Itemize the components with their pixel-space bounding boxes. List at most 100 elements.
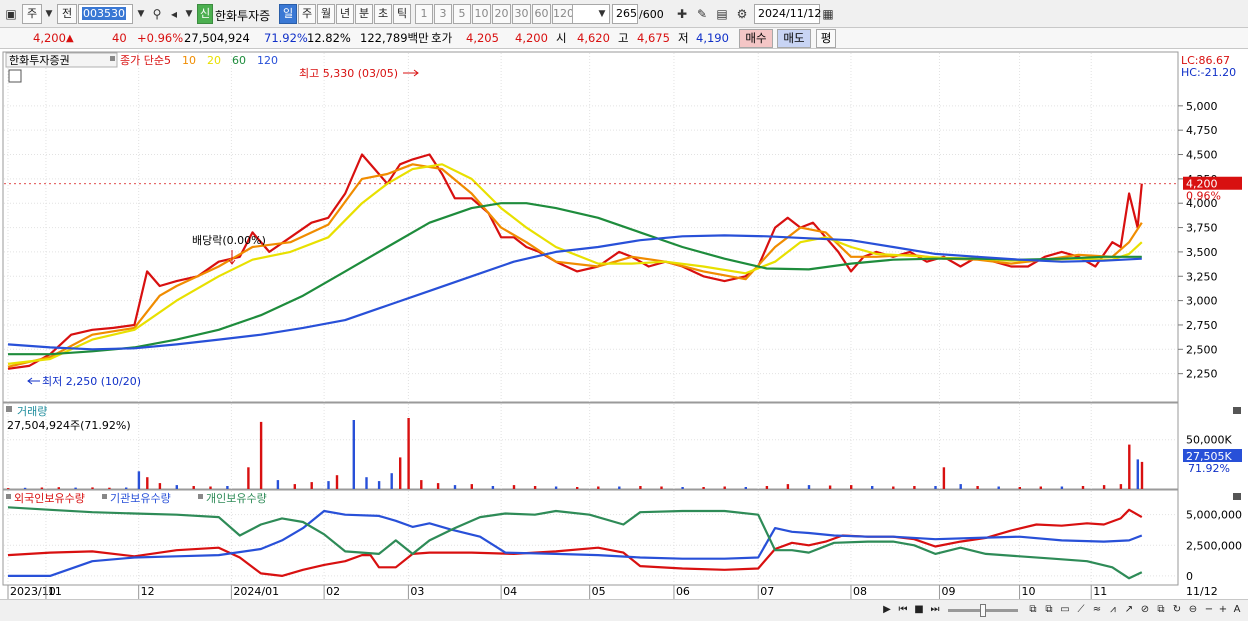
period-tab[interactable]: 일 [279,4,297,24]
interval-button[interactable]: 60 [532,4,551,24]
zoom-slider-thumb[interactable] [980,604,986,617]
volume-bar [470,484,473,489]
stop-icon[interactable]: ■ [912,603,926,617]
volume-bar [576,487,579,489]
date-input[interactable]: 2024/11/12 [754,4,822,24]
volume-bar [327,481,330,489]
chart-scrollbar[interactable]: ▶ ⏮ ■ ⏭ ⧉ ⧉ ▭ ⟋ ≈ ⩘ ↗ ⊘ ⧉ ↻ ⊖ − + A [0,599,1248,621]
interval-button[interactable]: 5 [453,4,471,24]
volume-bar [850,485,853,489]
refresh-icon[interactable]: ↻ [1170,603,1184,617]
period-tab[interactable]: 틱 [393,4,411,24]
volume-bar [1081,486,1085,489]
zigzag-tool-icon[interactable]: ⩘ [1106,603,1120,617]
period-tab[interactable]: 분 [355,4,373,24]
screenshot-icon[interactable]: ⧉ [1154,603,1168,617]
x-tick-label: 04 [503,585,517,598]
volume-bar [352,420,355,489]
volume-bar [453,485,457,489]
interval-dropdown-icon[interactable]: ▼ [594,6,610,22]
zoom-out-icon[interactable]: ⊖ [1186,603,1200,617]
interval-button[interactable]: 30 [512,4,531,24]
interval-button[interactable]: 1 [415,4,433,24]
holders-legend-marker [198,494,203,499]
market-select[interactable]: 주 [22,4,42,24]
volume-panel-value: 27,504,924주(71.92%) [7,419,131,432]
table-icon[interactable] [8,69,22,83]
window-icon[interactable]: ▭ [1058,603,1072,617]
turnover: 12.82% [307,31,351,45]
sell-button[interactable]: 매도 [777,29,811,48]
volume-bar [108,487,111,489]
period-tab-label: 년 [339,7,351,20]
speaker-dropdown-icon[interactable]: ▼ [181,6,197,22]
speaker-icon[interactable]: ◂ [166,6,182,22]
volume-bar [247,467,250,489]
font-size-icon[interactable]: A [1230,603,1244,617]
scroll-right-icon[interactable]: ▶ [880,603,894,617]
x-tick-label: 09 [941,585,955,598]
holders-tick-label: 2,500,000 [1186,539,1242,552]
period-tab[interactable]: 년 [336,4,354,24]
interval-button[interactable]: 3 [434,4,452,24]
holders-legend-marker [6,494,11,499]
volume-bar [512,485,516,489]
prev-button[interactable]: 전 [57,4,77,24]
interval-button-label: 20 [494,7,509,20]
price-tick-label: 3,250 [1186,270,1218,283]
trade-amount: 122,789백만 [360,31,429,45]
period-tab-label: 초 [377,7,389,20]
buy-button[interactable]: 매수 [739,29,773,48]
period-tab-label: 일 [282,7,294,20]
stock-code-input[interactable]: 003530 [78,4,133,24]
volume: 27,504,924 [184,31,250,45]
x-tick-label: 11 [48,585,62,598]
volume-bar [226,486,229,489]
volume-panel-frame [2,402,1179,490]
interval-button-label: 30 [514,7,529,20]
calendar-icon[interactable]: ▦ [820,6,836,22]
ma-legend-item: 5 [164,54,171,67]
trend-tool-icon[interactable]: ⟋ [1074,603,1088,617]
forward-icon[interactable]: ⏭ [928,603,942,617]
code-dropdown-icon[interactable]: ▼ [133,6,149,22]
stock-chart[interactable]: 2023/1011 12 2024/01 02 03 04 05 06 07 08 09 10 11 11… [0,50,1248,621]
drawing-tool-icon[interactable]: ✎ [694,6,710,22]
chevron-down-icon[interactable]: ▼ [41,6,57,22]
save-icon[interactable]: ▤ [714,6,730,22]
volume-bar [40,487,44,489]
wave-tool-icon[interactable]: ≈ [1090,603,1104,617]
volume-bar [420,480,423,489]
volume-bar [365,477,368,489]
volume-panel-close-icon[interactable] [1233,407,1241,414]
plus-icon[interactable]: + [1216,603,1230,617]
interval-button[interactable]: 120 [552,4,574,24]
copy-icon[interactable]: ⧉ [1042,603,1056,617]
link-icon[interactable]: ⊘ [1138,603,1152,617]
crosshair-icon[interactable]: ✚ [674,6,690,22]
average-button[interactable]: 평 [816,29,836,48]
holders-legend-item: 외국인보유수량 [14,492,85,505]
period-tab[interactable]: 주 [298,4,316,24]
count-input[interactable]: 265 [612,4,638,24]
period-tab[interactable]: 초 [374,4,392,24]
period-tab[interactable]: 월 [317,4,335,24]
volume-current-percent: 71.92% [1188,462,1230,475]
count-value: 265 [616,7,637,20]
interval-button[interactable]: 20 [492,4,511,24]
volume-bar [74,487,77,489]
interval-button[interactable]: 10 [472,4,491,24]
settings-icon[interactable]: ⚙ [734,6,750,22]
price-tick-label: 2,250 [1186,368,1218,381]
minus-icon[interactable]: − [1202,603,1216,617]
window-menu-icon[interactable]: ▣ [3,6,19,22]
holders-panel-close-icon[interactable] [1233,493,1241,500]
layout-icon[interactable]: ⧉ [1026,603,1040,617]
volume-bar [533,486,537,489]
volume-bar [976,486,979,489]
search-icon[interactable]: ⚲ [149,6,165,22]
rewind-icon[interactable]: ⏮ [896,603,910,617]
date-value: 2024/11/12 [758,7,822,20]
arrow-tool-icon[interactable]: ↗ [1122,603,1136,617]
volume-bar [491,486,495,489]
